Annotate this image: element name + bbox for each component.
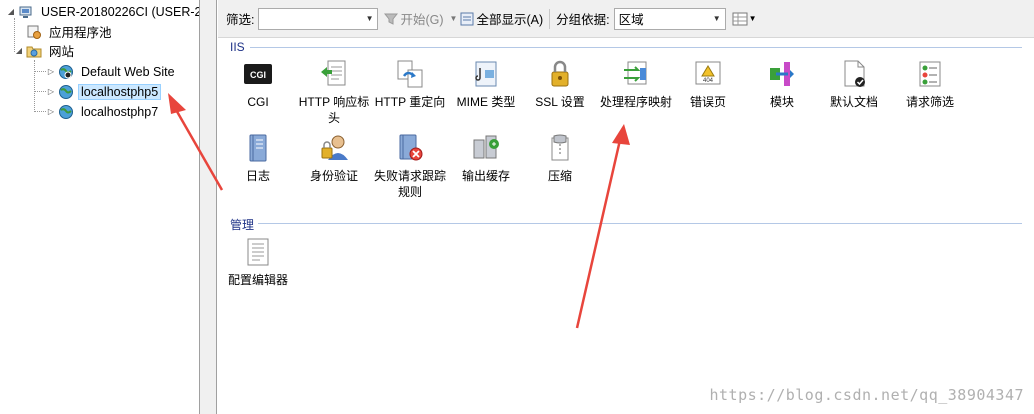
feature-failed-request-tracing[interactable]: 失败请求跟踪规则 xyxy=(370,132,450,200)
dropdown-arrow-icon: ▼ xyxy=(449,14,458,23)
feature-label: 失败请求跟踪规则 xyxy=(373,169,446,199)
feature-label: CGI xyxy=(247,95,269,109)
compression-icon xyxy=(551,134,569,161)
authentication-icon xyxy=(321,135,348,160)
dropdown-arrow-icon[interactable]: ▼ xyxy=(713,14,721,23)
filter-label: 筛选: xyxy=(226,13,255,27)
cgi-icon: CGI xyxy=(244,64,272,84)
watermark: https://blog.csdn.net/qq_38904347 xyxy=(709,386,1024,404)
view-mode-button[interactable]: ▼ xyxy=(732,11,757,27)
feature-label: MIME 类型 xyxy=(456,95,516,109)
start-filter-icon xyxy=(384,13,399,25)
collapse-icon[interactable]: ◢ xyxy=(6,7,16,17)
feature-authentication[interactable]: 身份验证 xyxy=(294,132,374,184)
error-pages-icon: 404 xyxy=(695,61,721,85)
feature-output-caching[interactable]: 输出缓存 xyxy=(446,132,526,184)
filter-toolbar: 筛选: ▼ 开始(G) ▼ 全部显示(A) 分组依据: 区域 ▼ ▼ xyxy=(218,0,1034,38)
globe-icon xyxy=(59,64,73,79)
filter-input[interactable]: ▼ xyxy=(258,7,379,30)
feature-default-document[interactable]: 默认文档 xyxy=(814,58,894,110)
feature-label: HTTP 重定向 xyxy=(374,95,446,109)
tree-guide-line xyxy=(34,71,46,72)
feature-handler-mappings[interactable]: 处理程序映射 xyxy=(596,58,676,110)
group-by-label: 分组依据: xyxy=(556,13,610,27)
http-redirect-icon xyxy=(397,60,423,88)
tree-guide-line xyxy=(34,91,46,92)
feature-mime-types[interactable]: MIME 类型 xyxy=(446,58,526,110)
sites-folder-icon xyxy=(26,46,42,57)
feature-label: 压缩 xyxy=(547,169,572,183)
tree-node-site[interactable]: ▷ localhostphp7 xyxy=(46,102,161,121)
feature-label: 模块 xyxy=(769,95,794,109)
toolbar-separator xyxy=(549,8,551,29)
globe-icon xyxy=(59,104,73,119)
section-header-iis: IIS xyxy=(230,40,245,54)
start-button[interactable]: 开始(G) xyxy=(384,9,444,28)
tree-node-site[interactable]: ▷ Default Web Site xyxy=(46,62,178,81)
server-icon xyxy=(19,6,32,18)
feature-ssl-lock[interactable]: SSL 设置 xyxy=(520,58,600,110)
feature-compression[interactable]: 压缩 xyxy=(520,132,600,184)
mime-types-icon xyxy=(475,61,497,87)
tree-node-sites[interactable]: ◢ 网站 xyxy=(16,41,77,60)
globe-icon xyxy=(59,84,73,99)
connections-tree[interactable]: ◢ USER-20180226CI (USER-2 应用程序池 ◢ 网站 ▷ D… xyxy=(0,0,200,414)
default-document-icon xyxy=(844,60,865,87)
pane-splitter[interactable] xyxy=(200,0,217,414)
section-divider xyxy=(250,47,1022,48)
feature-http-redirect[interactable]: HTTP 重定向 xyxy=(370,58,450,110)
feature-error-pages[interactable]: 404 错误页 xyxy=(668,58,748,110)
collapse-icon[interactable]: ◢ xyxy=(14,46,24,56)
modules-icon xyxy=(770,62,794,86)
expand-icon[interactable]: ▷ xyxy=(46,67,56,77)
feature-label: 默认文档 xyxy=(829,95,878,109)
view-grid-icon xyxy=(732,12,748,25)
dropdown-arrow-icon: ▼ xyxy=(748,14,757,23)
ssl-lock-icon xyxy=(551,60,569,87)
feature-modules[interactable]: 模块 xyxy=(742,58,822,110)
app-pool-icon xyxy=(27,25,41,39)
tree-node-app-pools[interactable]: 应用程序池 xyxy=(26,22,115,41)
feature-logging[interactable]: 日志 xyxy=(218,132,298,184)
failed-request-tracing-icon xyxy=(399,134,423,161)
feature-http-response-headers[interactable]: HTTP 响应标头 xyxy=(294,58,374,126)
features-view: 筛选: ▼ 开始(G) ▼ 全部显示(A) 分组依据: 区域 ▼ ▼ IIS C… xyxy=(218,0,1034,414)
output-caching-icon xyxy=(473,135,499,159)
svg-text:404: 404 xyxy=(703,78,714,84)
feature-label: SSL 设置 xyxy=(535,95,585,109)
show-all-button[interactable]: ▼ 全部显示(A) xyxy=(449,9,543,28)
dropdown-arrow-icon[interactable]: ▼ xyxy=(366,14,374,23)
http-response-headers-icon xyxy=(321,60,346,86)
feature-request-filtering[interactable]: 请求筛选 xyxy=(890,58,970,110)
feature-label: 输出缓存 xyxy=(461,169,510,183)
feature-label: 配置编辑器 xyxy=(227,273,288,287)
feature-configuration-editor[interactable]: 配置编辑器 xyxy=(218,236,298,288)
feature-label: 处理程序映射 xyxy=(599,95,672,109)
tree-node-site-selected[interactable]: ▷ localhostphp5 xyxy=(46,82,162,101)
feature-label: 错误页 xyxy=(689,95,726,109)
feature-label: 身份验证 xyxy=(309,169,358,183)
feature-label: HTTP 响应标头 xyxy=(298,95,370,125)
request-filtering-icon xyxy=(919,61,941,87)
svg-text:CGI: CGI xyxy=(250,70,266,80)
tree-node-server[interactable]: ◢ USER-20180226CI (USER-2 xyxy=(6,2,199,21)
section-divider xyxy=(258,223,1022,224)
expand-icon[interactable]: ▷ xyxy=(46,87,56,97)
expand-icon[interactable]: ▷ xyxy=(46,107,56,117)
configuration-editor-icon xyxy=(247,238,269,266)
logging-icon xyxy=(249,134,267,162)
group-by-select[interactable]: 区域 ▼ xyxy=(613,7,726,30)
show-all-icon xyxy=(460,12,474,25)
feature-label: 日志 xyxy=(245,169,270,183)
feature-label: 请求筛选 xyxy=(905,95,954,109)
tree-guide-line xyxy=(34,111,46,112)
handler-mappings-icon xyxy=(624,61,647,85)
feature-cgi[interactable]: CGI CGI xyxy=(218,58,298,110)
tree-guide-line xyxy=(34,60,35,112)
section-header-manage: 管理 xyxy=(230,218,255,232)
